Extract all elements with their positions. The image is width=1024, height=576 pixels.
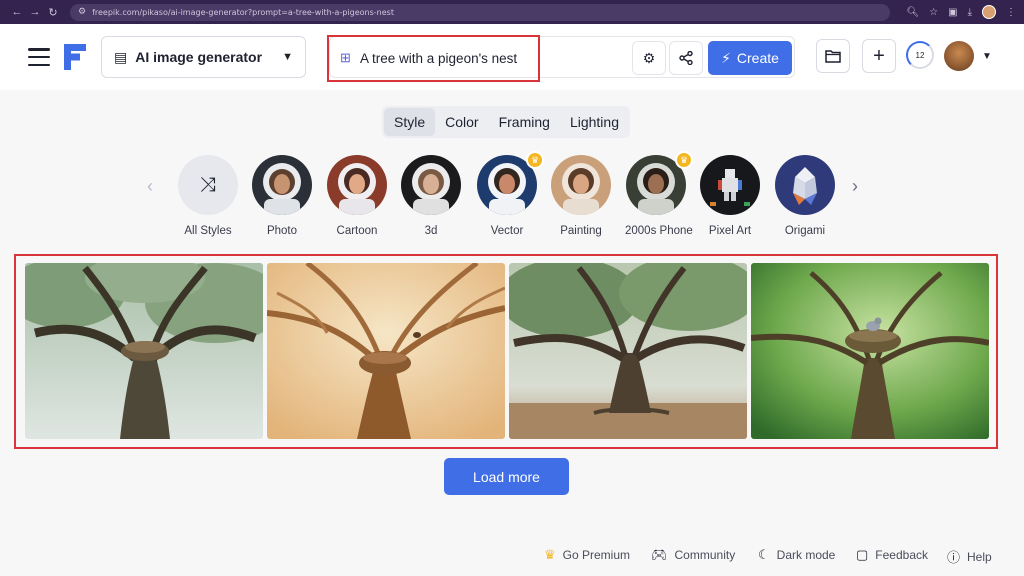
create-button-label: Create	[736, 50, 779, 66]
address-bar-url: freepik.com/pikaso/ai-image-generator?pr…	[92, 7, 394, 17]
browser-profile-avatar[interactable]	[982, 5, 996, 19]
forward-icon[interactable]: →	[26, 6, 44, 18]
bookmark-star-icon[interactable]: ☆	[929, 7, 938, 18]
style-label: Vector	[490, 225, 524, 237]
style-label: Cartoon	[336, 225, 378, 237]
document-icon: ▤	[114, 48, 128, 65]
share-icon	[679, 51, 693, 65]
carousel-prev-chevron-icon[interactable]: ‹	[147, 176, 153, 197]
chevron-down-icon: ▼	[282, 51, 293, 63]
style-thumbnail	[252, 155, 312, 215]
prompt-input[interactable]	[360, 47, 650, 69]
crown-icon: ♛	[544, 547, 556, 562]
site-info-icon[interactable]: ⚙	[78, 7, 86, 17]
result-image[interactable]	[751, 263, 989, 439]
footer-link-label: Feedback	[875, 548, 928, 562]
tab-framing[interactable]: Framing	[489, 108, 560, 136]
premium-crown-icon: ♛	[675, 151, 693, 169]
tab-color[interactable]: Color	[435, 108, 488, 136]
style-option-all-styles[interactable]: ⤨ All Styles	[177, 155, 239, 237]
gear-icon: ⚙	[642, 49, 656, 66]
user-avatar[interactable]	[944, 41, 974, 71]
style-label: Photo	[266, 225, 298, 237]
style-option-3d[interactable]: 3d	[400, 155, 462, 237]
speech-bubble-icon: ▢	[856, 547, 869, 562]
download-icon[interactable]: ⤓	[968, 7, 972, 18]
image-sparkle-icon: ⊞	[340, 50, 351, 65]
back-icon[interactable]: ←	[8, 6, 26, 18]
tab-style[interactable]: Style	[384, 108, 436, 136]
style-thumbnail	[775, 155, 835, 215]
style-label: 3d	[424, 225, 438, 237]
shuffle-icon: ⤨	[178, 155, 238, 215]
style-thumbnail	[327, 155, 387, 215]
credits-count: 12	[915, 50, 925, 60]
user-menu-chevron-icon[interactable]: ▼	[982, 51, 992, 62]
create-button[interactable]: ⚡︎ Create	[708, 41, 792, 75]
reload-icon[interactable]: ↻	[44, 6, 62, 19]
hamburger-menu-icon[interactable]	[28, 48, 50, 66]
extensions-icon[interactable]: ▣	[948, 7, 957, 18]
style-option-painting[interactable]: Painting	[550, 155, 612, 237]
footer-link-go-premium[interactable]: ♛ Go Premium	[544, 547, 630, 563]
style-label: All Styles	[184, 225, 232, 237]
prompt-bar: ⊞ ⚙ ⚡︎ Create	[327, 35, 795, 82]
style-option-vector[interactable]: ♛ Vector	[476, 151, 544, 237]
result-image[interactable]	[267, 263, 505, 439]
folder-icon	[825, 50, 841, 63]
footer-link-dark-mode[interactable]: ☾ Dark mode	[758, 547, 835, 563]
style-option-photo[interactable]: Photo	[251, 155, 313, 237]
style-thumbnail	[700, 155, 760, 215]
footer-link-feedback[interactable]: ▢ Feedback	[856, 547, 928, 563]
discord-icon: 🎮︎	[651, 547, 668, 562]
style-label: 2000s Phone	[625, 225, 693, 237]
footer-link-label: Dark mode	[776, 548, 836, 562]
credits-indicator[interactable]: 12	[906, 41, 934, 69]
browser-menu-icon[interactable]: ⋮	[1006, 7, 1016, 18]
folder-button[interactable]	[816, 39, 850, 73]
question-mark-icon: ⓘ	[947, 550, 961, 565]
address-bar[interactable]: ⚙ freepik.com/pikaso/ai-image-generator?…	[70, 3, 890, 21]
app-header: ▤ AI image generator ▼ ⊞ ⚙ ⚡︎ Create	[0, 24, 1024, 90]
lightning-icon: ⚡︎	[721, 49, 731, 66]
premium-crown-icon: ♛	[526, 151, 544, 169]
style-option-2000s-phone[interactable]: ♛ 2000s Phone	[625, 151, 693, 237]
zoom-icon[interactable]: 🔍︎	[906, 7, 919, 18]
load-more-button[interactable]: Load more	[444, 458, 569, 495]
footer-link-label: Go Premium	[562, 548, 631, 562]
footer-link-label: Help	[967, 549, 992, 564]
footer-link-help[interactable]: ⓘ Help	[947, 547, 992, 566]
footer-link-community[interactable]: 🎮︎ Community	[651, 547, 735, 563]
new-item-button[interactable]: +	[862, 39, 896, 73]
style-label: Painting	[560, 225, 602, 237]
style-option-pixel-art[interactable]: Pixel Art	[699, 155, 761, 237]
moon-icon: ☾	[758, 547, 770, 562]
plus-icon: +	[873, 44, 885, 67]
style-option-cartoon[interactable]: Cartoon	[326, 155, 388, 237]
option-tabs: Style Color Framing Lighting	[382, 106, 630, 138]
freepik-logo[interactable]	[64, 44, 86, 70]
share-button[interactable]	[669, 41, 703, 75]
style-label: Origami	[784, 225, 826, 237]
settings-button[interactable]: ⚙	[632, 41, 666, 75]
result-image[interactable]	[509, 263, 747, 439]
carousel-next-chevron-icon[interactable]: ›	[852, 176, 858, 197]
style-thumbnail	[401, 155, 461, 215]
tool-select-dropdown[interactable]: ▤ AI image generator ▼	[101, 36, 306, 78]
browser-toolbar: ← → ↻ ⚙ freepik.com/pikaso/ai-image-gene…	[0, 0, 1024, 24]
footer-link-label: Community	[674, 548, 736, 562]
result-image[interactable]	[25, 263, 263, 439]
tool-select-label: AI image generator	[135, 49, 263, 65]
style-thumbnail	[551, 155, 611, 215]
style-option-origami[interactable]: Origami	[774, 155, 836, 237]
tab-lighting[interactable]: Lighting	[560, 108, 629, 136]
style-label: Pixel Art	[708, 225, 752, 237]
browser-actions: 🔍︎ ☆ ▣ ⤓ ⋮	[906, 5, 1016, 19]
